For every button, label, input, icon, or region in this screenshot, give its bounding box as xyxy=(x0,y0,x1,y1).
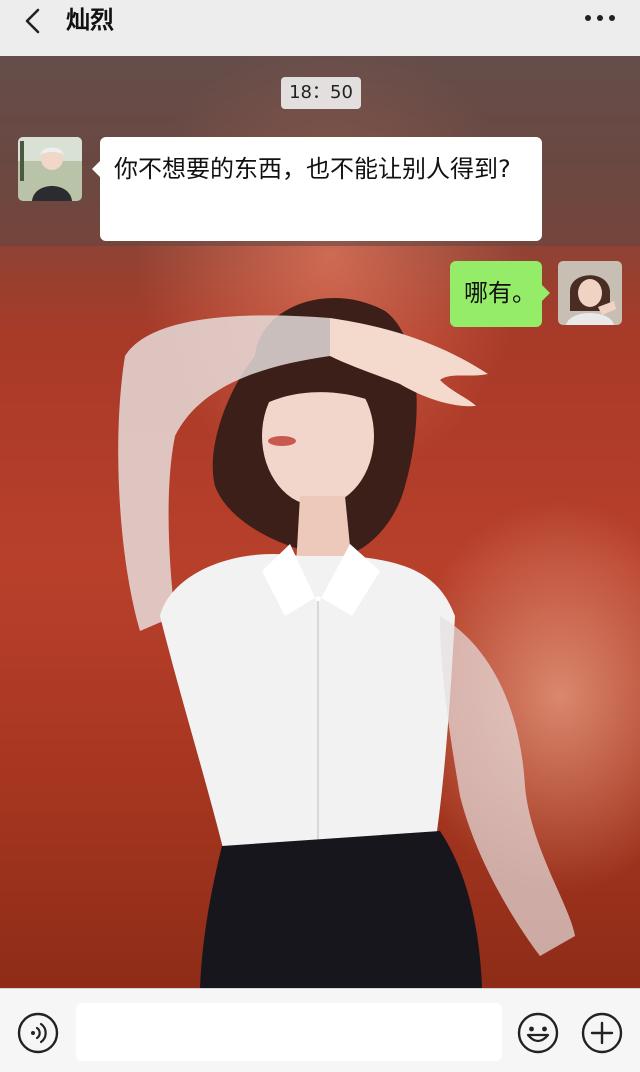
contact-avatar-image xyxy=(18,137,82,201)
navigation-bar: 灿烈 xyxy=(0,0,640,56)
message-timestamp: 18：50 xyxy=(281,77,361,109)
sent-message-bubble[interactable]: 哪有。 xyxy=(450,261,550,327)
input-bar xyxy=(0,988,640,1072)
self-avatar-image xyxy=(558,261,622,325)
plus-icon[interactable] xyxy=(580,1011,624,1055)
voice-icon[interactable] xyxy=(16,1011,60,1055)
contact-avatar[interactable] xyxy=(18,137,82,201)
self-avatar[interactable] xyxy=(558,261,622,325)
chat-title: 灿烈 xyxy=(66,6,114,34)
more-dots-icon[interactable] xyxy=(582,6,618,30)
emoji-icon[interactable] xyxy=(516,1011,560,1055)
message-input[interactable] xyxy=(76,1003,502,1061)
received-message-bubble[interactable]: 你不想要的东西，也不能让别人得到? xyxy=(92,137,542,241)
chevron-left-icon[interactable] xyxy=(18,6,48,36)
